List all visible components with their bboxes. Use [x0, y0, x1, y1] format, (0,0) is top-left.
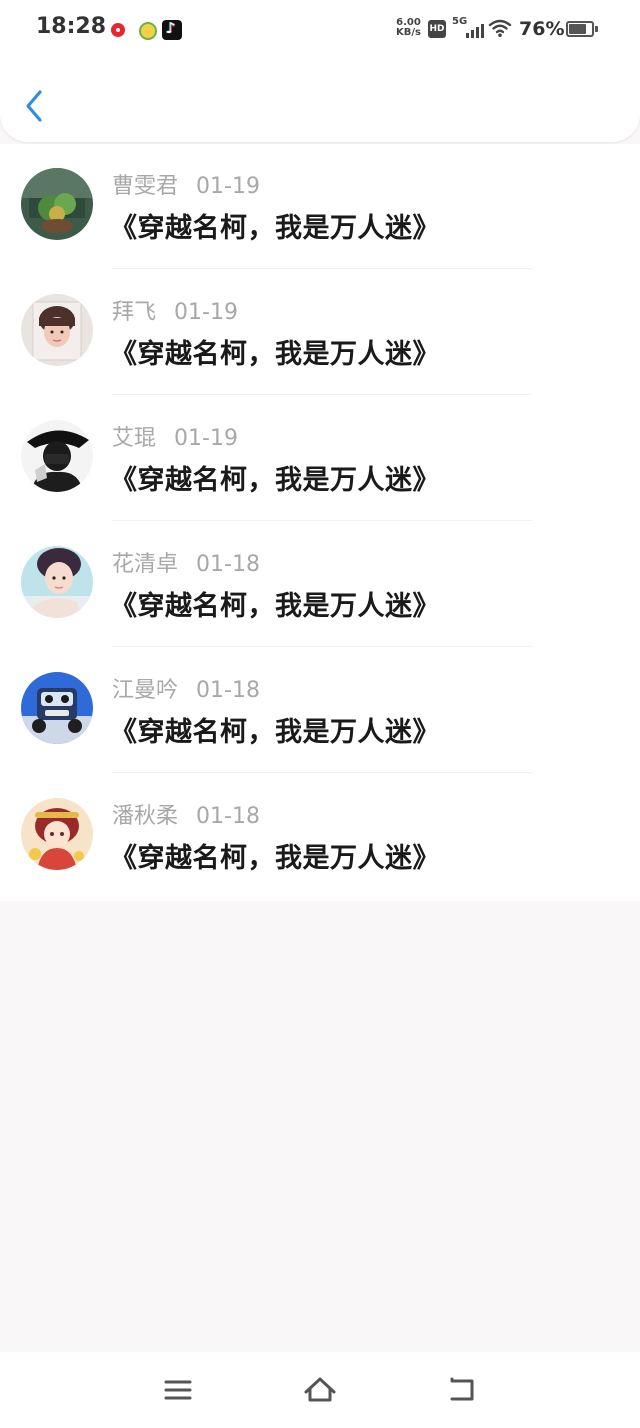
list-item[interactable]: 花清卓 01-18 《穿越名柯，我是万人迷》 [0, 522, 640, 648]
avatar[interactable] [21, 294, 93, 366]
item-meta: 拜飞 01-19 [112, 294, 238, 326]
item-meta: 江曼吟 01-18 [112, 672, 260, 704]
item-title[interactable]: 《穿越名柯，我是万人迷》 [110, 710, 440, 749]
author-name: 曹雯君 [112, 174, 179, 199]
signal-icon [460, 24, 484, 38]
avatar[interactable] [21, 672, 93, 744]
author-name: 潘秋柔 [112, 804, 179, 829]
feed-list: 曹雯君 01-19 《穿越名柯，我是万人迷》 拜飞 01-19 《穿越名柯，我是万人… [0, 144, 640, 901]
item-title[interactable]: 《穿越名柯，我是万人迷》 [110, 584, 440, 623]
divider [112, 646, 532, 647]
hd-icon: HD [428, 20, 446, 38]
status-time: 18:28 [36, 14, 107, 39]
author-name: 艾琨 [112, 426, 157, 451]
back-nav-button[interactable] [444, 1372, 480, 1408]
item-title[interactable]: 《穿越名柯，我是万人迷》 [110, 206, 440, 245]
back-icon [450, 1377, 474, 1401]
item-title[interactable]: 《穿越名柯，我是万人迷》 [110, 332, 440, 371]
item-meta: 艾琨 01-19 [112, 420, 238, 452]
back-button[interactable] [20, 86, 52, 126]
item-meta: 曹雯君 01-19 [112, 168, 260, 200]
post-date: 01-19 [174, 426, 238, 451]
list-item[interactable]: 潘秋柔 01-18 《穿越名柯，我是万人迷》 [0, 774, 640, 900]
chevron-left-icon [26, 90, 42, 122]
author-name: 拜飞 [112, 300, 157, 325]
network-speed: 6.00 KB/s [396, 17, 421, 38]
post-date: 01-19 [196, 174, 260, 199]
top-bar: 18:28 6.00 KB/s HD 5G 76% [0, 0, 640, 142]
list-item[interactable]: 江曼吟 01-18 《穿越名柯，我是万人迷》 [0, 648, 640, 774]
divider [112, 772, 532, 773]
divider [112, 520, 532, 521]
tiktok-notification-icon [162, 19, 182, 40]
divider [112, 394, 532, 395]
post-date: 01-18 [196, 678, 260, 703]
home-button[interactable] [302, 1372, 338, 1408]
item-meta: 潘秋柔 01-18 [112, 798, 260, 830]
battery-cap [595, 26, 598, 32]
post-date: 01-18 [196, 552, 260, 577]
divider [112, 268, 532, 269]
list-item[interactable]: 拜飞 01-19 《穿越名柯，我是万人迷》 [0, 270, 640, 396]
wifi-icon [488, 19, 512, 37]
notification-app-icon [136, 20, 157, 40]
menu-icon [164, 1380, 192, 1400]
status-bar: 18:28 6.00 KB/s HD 5G 76% [0, 0, 640, 60]
list-item[interactable]: 艾琨 01-19 《穿越名柯，我是万人迷》 [0, 396, 640, 522]
item-meta: 花清卓 01-18 [112, 546, 260, 578]
item-title[interactable]: 《穿越名柯，我是万人迷》 [110, 836, 440, 875]
avatar[interactable] [21, 420, 93, 492]
battery-percent: 76% [519, 18, 565, 40]
battery-level [569, 24, 586, 34]
author-name: 花清卓 [112, 552, 179, 577]
item-title[interactable]: 《穿越名柯，我是万人迷》 [110, 458, 440, 497]
home-icon [304, 1377, 336, 1402]
menu-button[interactable] [160, 1372, 196, 1408]
list-item[interactable]: 曹雯君 01-19 《穿越名柯，我是万人迷》 [0, 144, 640, 270]
avatar[interactable] [21, 798, 93, 870]
post-date: 01-18 [196, 804, 260, 829]
system-nav-bar [0, 1352, 640, 1428]
post-date: 01-19 [174, 300, 238, 325]
author-name: 江曼吟 [112, 678, 179, 703]
avatar[interactable] [21, 546, 93, 618]
avatar[interactable] [21, 168, 93, 240]
notification-app-icon [108, 20, 128, 40]
battery-icon [566, 21, 594, 37]
